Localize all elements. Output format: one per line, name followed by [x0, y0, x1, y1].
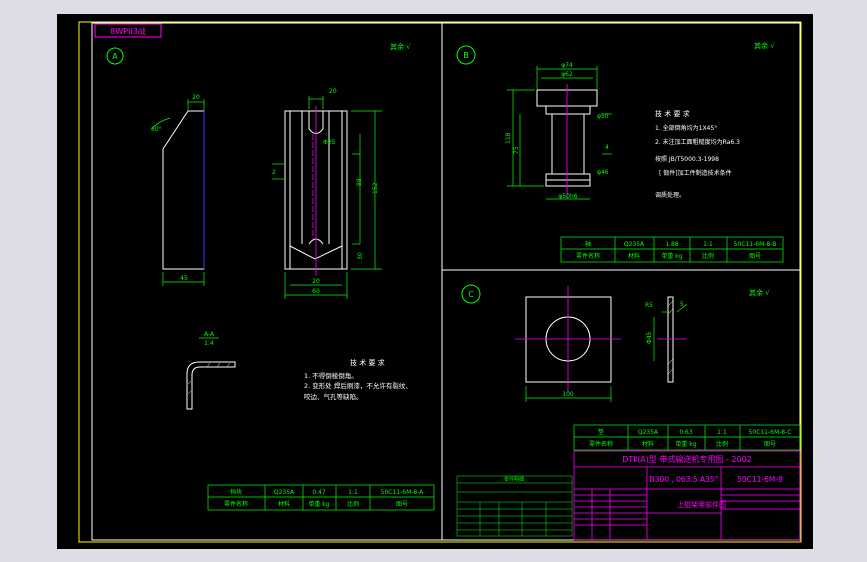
view-a-table-h4: 比例 — [347, 500, 359, 508]
view-c-centerlines — [515, 286, 621, 392]
section-scale: 1:4 — [204, 340, 214, 347]
view-c-table-h5: 图号 — [764, 441, 776, 448]
view-b-note-5: 调质处理。 — [655, 191, 685, 199]
view-a-dim-angle: 60° — [151, 126, 162, 133]
view-b-table-h2: 材料 — [628, 252, 640, 260]
view-a-table-h2: 材料 — [278, 500, 290, 508]
view-b-note-1: 1. 全部倒角均为1X45° — [655, 124, 717, 132]
view-a-table-h5: 图号 — [396, 501, 408, 508]
view-a-dim-hole: Φ25 — [323, 139, 336, 146]
view-b-note-2: 2. 未注加工面粗糙度均为Ra6.3 — [655, 138, 740, 146]
view-b-note-4: [ 锻件]加工件制造技术条件 — [659, 169, 732, 177]
view-a-table-h1: 零件名称 — [224, 500, 248, 508]
view-b-table-weight: 1.88 — [665, 241, 679, 248]
view-b-dims — [507, 66, 612, 200]
view-a-part-side — [162, 110, 205, 270]
view-a-table-name: 挡块 — [230, 488, 242, 496]
drawing-sheet[interactable]: 8WPII3战 A B C 其余 √ 其余 √ 其余 √ 20 60° 45 2… — [57, 14, 813, 549]
cad-drawing-viewport[interactable]: 8WPII3战 A B C 其余 √ 其余 √ 其余 √ 20 60° 45 2… — [57, 14, 813, 549]
view-a-dim-side: 2 — [272, 169, 276, 176]
small-parts-table — [456, 475, 573, 537]
view-a-dim-h3: 152 — [372, 182, 379, 194]
view-c-dims — [525, 303, 688, 402]
view-a-dim-h2: 30 — [357, 252, 364, 260]
view-b-table-scale: 1:1 — [703, 241, 713, 248]
view-b-label: B — [463, 51, 469, 60]
title-block-drawing-no: 50C11-6M-8 — [737, 475, 783, 484]
view-a-table-h3: 单重 kg — [308, 500, 329, 508]
view-b-table-material: Q235A — [624, 241, 645, 248]
view-a-centerlines — [312, 106, 317, 276]
view-c-side-hatch — [667, 300, 674, 375]
view-c-dim-hole: Φ45 — [646, 331, 653, 344]
view-a-table-material: Q235A — [274, 489, 295, 496]
view-b-notes-title: 技 术 要 求 — [655, 109, 690, 118]
view-a-note-1: 1. 不得倒棱倒角。 — [304, 371, 358, 380]
view-a-dim-bottom: 45 — [180, 275, 188, 282]
view-a-dim-hole-top: 20 — [329, 88, 337, 95]
view-c-table-no: 50C11-6M-8-C — [749, 429, 792, 436]
view-c-label: C — [468, 290, 474, 299]
view-b-table-no: 50C11-6M-8-B — [734, 241, 777, 248]
section-hatch — [187, 362, 231, 395]
title-block-spec: B300 , 063.5 A35° — [650, 475, 719, 484]
view-b-dim-mid: 75 — [513, 146, 520, 154]
view-c-dim-r: R5 — [645, 302, 653, 309]
view-a-table-weight: 0.47 — [312, 489, 326, 496]
title-block — [573, 450, 801, 541]
view-b-table-h5: 图号 — [749, 253, 761, 260]
view-c-table-material: Q235A — [638, 429, 659, 436]
view-c-table-h4: 比例 — [716, 440, 728, 448]
view-b-table-h3: 单重 kg — [661, 252, 682, 260]
view-c-table-h2: 材料 — [642, 440, 654, 448]
view-a-table-no: 50C11-6M-8-A — [381, 489, 425, 496]
roughness-c: 其余 √ — [749, 288, 770, 297]
title-block-part-name: 上辊架零部件图 — [677, 500, 726, 509]
view-b-dim-bot: φ50h6 — [558, 193, 577, 200]
view-b-dim-a: φ62 — [561, 71, 573, 78]
view-c-table-h1: 零件名称 — [589, 440, 613, 448]
view-b-table-name: 轴 — [585, 240, 591, 248]
view-b-table-h4: 比例 — [702, 252, 714, 260]
code-box-text: 8WPII3战 — [110, 26, 146, 36]
view-c-table-scale: 1:1 — [717, 429, 727, 436]
view-a-dim-h1: 88 — [356, 178, 363, 186]
roughness-a: 其余 √ — [390, 42, 411, 51]
view-b-note-3: 按照 JB/T5000.3-1998 — [655, 155, 719, 163]
view-c-table-h3: 单重 kg — [675, 440, 696, 448]
section-label: A-A — [204, 331, 215, 338]
view-b-dim-b: φ50 — [597, 113, 609, 120]
view-a-note-2: 2. 变形处 焊后刷漆，不允许有裂纹、 — [304, 381, 412, 390]
view-a-table-scale: 1:1 — [348, 489, 358, 496]
title-block-title: DTⅡ(A)型 带式输送机专用图 - 2002 — [622, 454, 752, 464]
view-b-dim-side: 4 — [605, 144, 609, 151]
view-a-dim-w2: 20 — [312, 278, 320, 285]
view-c-dim-width: 100 — [562, 391, 574, 398]
view-c-table-weight: 0.63 — [679, 429, 693, 436]
roughness-b: 其余 √ — [754, 41, 775, 50]
view-b-dim-top: φ74 — [561, 62, 573, 69]
section-profile — [186, 361, 236, 410]
view-c-plate — [525, 296, 612, 383]
view-b-dim-c: φ46 — [597, 169, 609, 176]
view-b-dim-left: 118 — [505, 132, 512, 144]
view-a-label: A — [112, 52, 118, 61]
view-a-dim-w3: 60 — [312, 288, 320, 295]
view-a-note-3: 咬边、气孔等缺陷。 — [304, 392, 363, 401]
view-a-dim-top: 20 — [192, 94, 200, 101]
view-c-dim-side: 5 — [680, 301, 684, 308]
small-table-title: 零件明细 — [504, 476, 524, 483]
view-b-table-h1: 零件名称 — [576, 252, 600, 260]
view-c-table-name: 垫 — [598, 428, 604, 436]
view-a-notes-title: 技 术 要 求 — [350, 358, 385, 367]
